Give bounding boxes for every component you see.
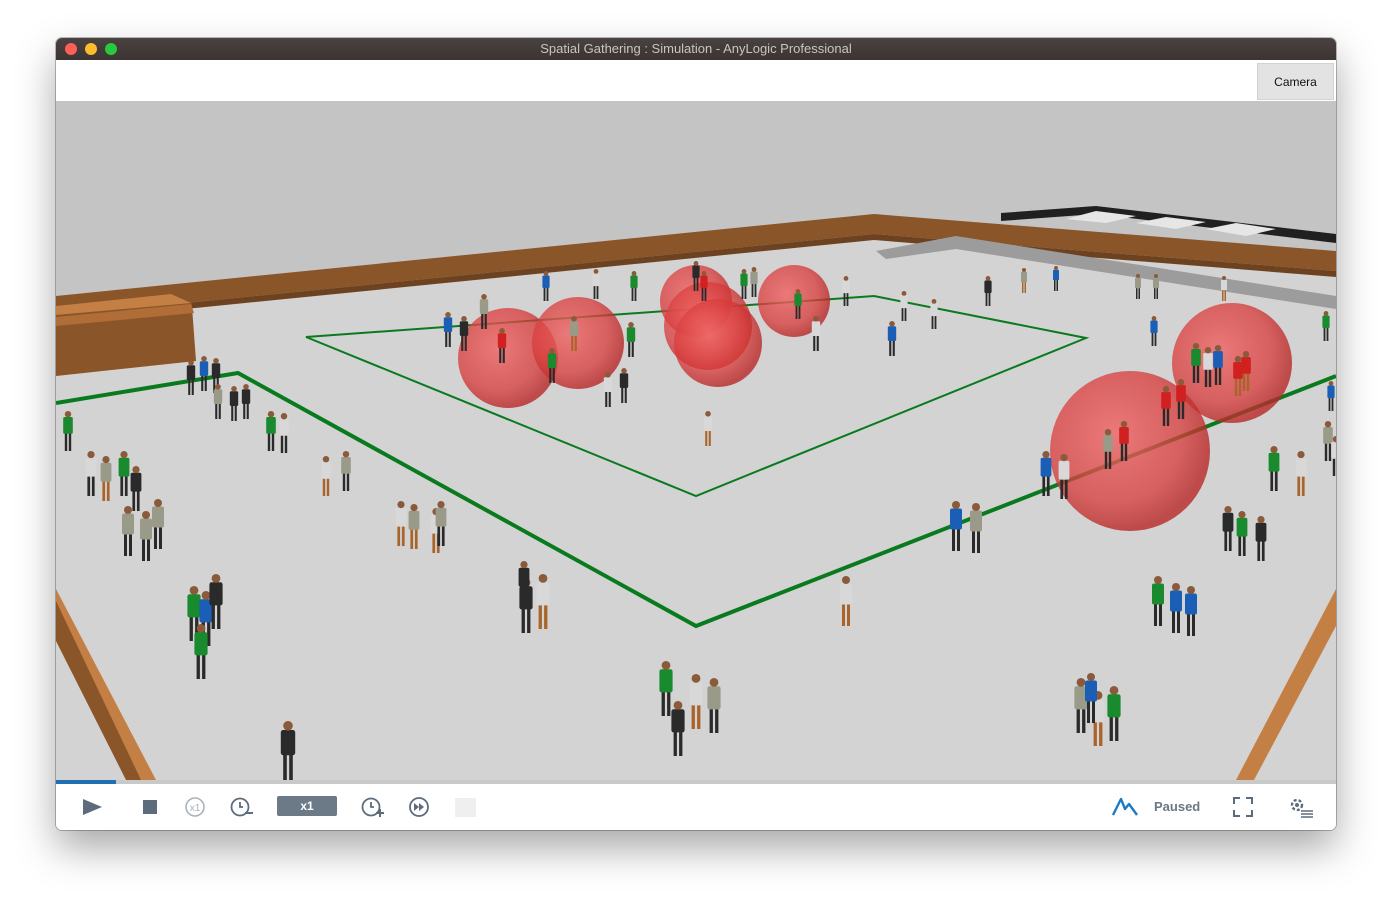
svg-text:x1: x1 [190,803,201,814]
simulation-status: Paused [1154,799,1201,814]
slow-down-icon [230,797,253,817]
play-button[interactable] [80,784,104,830]
fullscreen-icon [1233,797,1253,817]
settings-icon [1290,798,1313,818]
fast-forward-icon [409,797,429,817]
anylogic-logo-icon [1111,797,1138,816]
stop-icon [143,800,157,814]
scene-canvas[interactable] [56,101,1336,780]
title-bar: Spatial Gathering : Simulation - AnyLogi… [56,38,1336,60]
simulation-controls: x1 x1 Paused [56,784,1336,830]
camera-button[interactable]: Camera [1257,63,1334,100]
slow-down-button[interactable] [230,784,254,830]
placeholder-control [455,798,476,817]
fullscreen-button[interactable] [1232,784,1254,830]
speed-up-icon [361,797,384,817]
speed-up-button[interactable] [361,784,385,830]
fast-forward-button[interactable] [408,784,430,830]
window-title: Spatial Gathering : Simulation - AnyLogi… [540,41,852,56]
simulation-3d-view[interactable] [56,101,1336,780]
app-window: Spatial Gathering : Simulation - AnyLogi… [56,38,1336,830]
speed-indicator: x1 [277,796,337,816]
anylogic-logo[interactable] [1111,784,1139,830]
minimize-window-button[interactable] [85,43,97,55]
stop-button[interactable] [140,784,160,830]
play-icon [83,799,102,815]
top-toolbar: Camera [56,60,1336,101]
realtime-x1-icon: x1 [185,797,205,817]
realtime-button[interactable]: x1 [184,784,206,830]
zoom-window-button[interactable] [105,43,117,55]
close-window-button[interactable] [65,43,77,55]
settings-button[interactable] [1288,784,1314,830]
